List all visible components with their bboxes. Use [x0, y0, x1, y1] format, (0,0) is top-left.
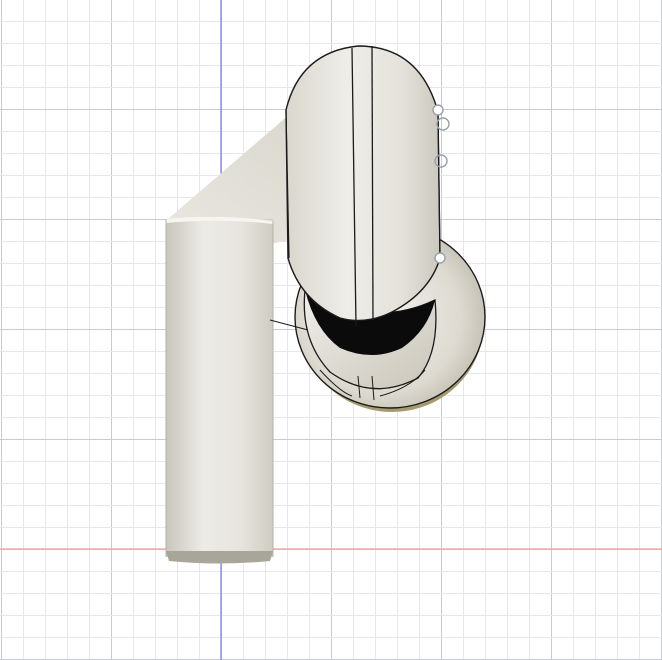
cad-viewport[interactable]	[0, 0, 662, 660]
stem-body	[166, 219, 273, 557]
vertical-stem[interactable]	[165, 216, 274, 564]
viewport-canvas[interactable]	[0, 0, 662, 660]
stem-bottom-cap	[166, 551, 273, 564]
sketch-point-icon[interactable]	[432, 104, 444, 116]
head-dome[interactable]	[285, 45, 441, 327]
sketch-point-icon[interactable]	[434, 252, 446, 264]
head-dome-shell	[285, 45, 441, 322]
3d-model-body[interactable]	[165, 45, 486, 564]
